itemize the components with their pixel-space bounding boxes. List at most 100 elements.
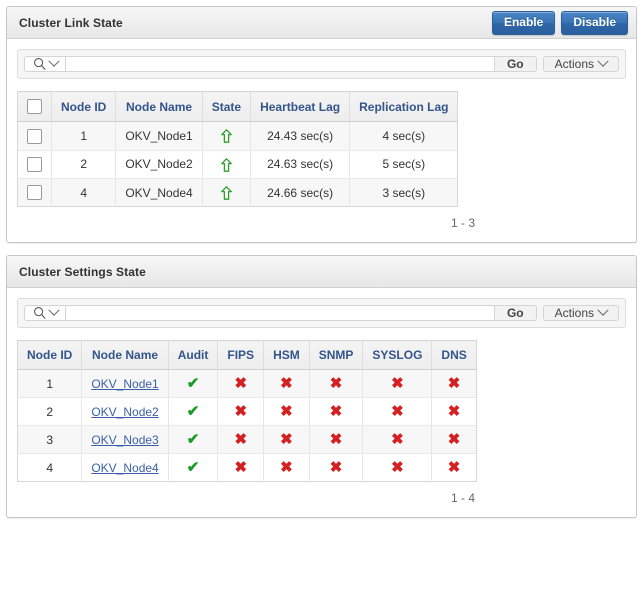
cell-node-name: OKV_Node1	[81, 369, 169, 399]
cell-syslog: ✖	[362, 425, 433, 455]
cell-syslog: ✖	[362, 369, 433, 399]
column-header-state[interactable]: State	[202, 91, 252, 123]
column-header-syslog[interactable]: SYSLOG	[362, 340, 433, 371]
column-header-hsm[interactable]: HSM	[263, 340, 310, 371]
column-header-node-name[interactable]: Node Name	[115, 91, 203, 123]
column-header-replication-lag[interactable]: Replication Lag	[349, 91, 458, 123]
cell-replication-lag: 4 sec(s)	[349, 121, 458, 151]
node-name-link[interactable]: OKV_Node1	[91, 377, 158, 391]
cell-node-name: OKV_Node2	[115, 150, 203, 179]
table-row: 2 OKV_Node2 24.63 sec(s) 5 sec(s)	[17, 150, 458, 179]
column-header-snmp[interactable]: SNMP	[309, 340, 364, 371]
cell-audit: ✔	[168, 369, 219, 399]
pagination-range: 1 - 3	[450, 216, 475, 231]
column-header-node-name[interactable]: Node Name	[81, 340, 169, 371]
region-button-group: Enable Disable	[491, 10, 628, 35]
region-cluster-link-state: Cluster Link State Enable Disable Go Act…	[6, 6, 637, 244]
pagination-range: 1 - 4	[450, 491, 475, 506]
cell-heartbeat-lag: 24.43 sec(s)	[250, 121, 351, 151]
page-root: Cluster Link State Enable Disable Go Act…	[0, 0, 643, 604]
cell-node-name: OKV_Node4	[115, 178, 203, 207]
cell-snmp: ✖	[309, 425, 364, 455]
search-group: Go	[24, 304, 537, 322]
search-toolbar: Go Actions	[17, 49, 626, 79]
up-arrow-icon	[221, 129, 232, 144]
node-name-link[interactable]: OKV_Node4	[91, 461, 158, 475]
chevron-down-icon	[47, 55, 60, 67]
cross-icon: ✖	[234, 375, 248, 393]
cell-node-name: OKV_Node2	[81, 397, 169, 427]
actions-button[interactable]: Actions	[542, 55, 619, 72]
cell-replication-lag: 3 sec(s)	[349, 178, 458, 207]
column-header-dns[interactable]: DNS	[431, 340, 477, 371]
cross-icon: ✖	[391, 431, 404, 449]
check-icon: ✔	[186, 375, 200, 393]
cross-icon: ✖	[280, 375, 293, 393]
cross-icon: ✖	[234, 459, 248, 477]
cell-syslog: ✖	[362, 453, 433, 482]
table-header-row: Node ID Node Name State Heartbeat Lag Re…	[17, 91, 458, 123]
column-header-audit[interactable]: Audit	[168, 340, 219, 371]
search-icon[interactable]	[24, 304, 65, 322]
node-name-link[interactable]: OKV_Node2	[91, 405, 158, 419]
search-input[interactable]	[65, 56, 494, 72]
cell-audit: ✔	[168, 397, 219, 427]
table-row: 4 OKV_Node4 24.66 sec(s) 3 sec(s)	[17, 178, 458, 207]
cluster-settings-state-table: Node ID Node Name Audit FIPS HSM SNMP SY…	[17, 340, 477, 483]
table-row: 4 OKV_Node4 ✔ ✖ ✖ ✖ ✖ ✖	[17, 453, 477, 482]
search-icon[interactable]	[24, 55, 65, 72]
column-header-node-id[interactable]: Node ID	[17, 340, 83, 371]
cell-dns: ✖	[431, 369, 477, 399]
go-button[interactable]: Go	[493, 305, 537, 322]
cross-icon: ✖	[280, 431, 293, 449]
cell-audit: ✔	[168, 425, 219, 455]
column-header-heartbeat-lag[interactable]: Heartbeat Lag	[250, 91, 351, 123]
cross-icon: ✖	[391, 403, 404, 421]
search-input[interactable]	[65, 305, 494, 322]
chevron-down-icon	[597, 55, 609, 67]
cell-node-id: 2	[51, 150, 117, 179]
table-row: 1 OKV_Node1 ✔ ✖ ✖ ✖ ✖ ✖	[17, 369, 477, 399]
cell-replication-lag: 5 sec(s)	[349, 150, 458, 179]
cell-fips: ✖	[217, 425, 265, 455]
enable-button[interactable]: Enable	[491, 10, 556, 35]
column-header-node-id[interactable]: Node ID	[51, 91, 117, 123]
row-checkbox-cell	[17, 150, 52, 179]
row-checkbox[interactable]	[27, 185, 42, 201]
cross-icon: ✖	[234, 403, 248, 421]
cell-node-id: 4	[51, 178, 117, 207]
disable-button[interactable]: Disable	[561, 10, 628, 35]
table-row: 1 OKV_Node1 24.43 sec(s) 4 sec(s)	[17, 121, 458, 151]
cell-node-id: 2	[17, 397, 83, 427]
actions-button[interactable]: Actions	[542, 304, 619, 322]
column-header-select-all	[17, 91, 52, 123]
row-checkbox[interactable]	[27, 128, 42, 144]
chevron-down-icon	[597, 304, 609, 317]
cell-snmp: ✖	[309, 397, 364, 427]
cross-icon: ✖	[447, 375, 461, 393]
region-body: Go Actions Node ID Node Name Audit FIPS …	[7, 288, 636, 518]
cell-node-id: 4	[17, 453, 83, 482]
cell-fips: ✖	[217, 369, 265, 399]
cell-hsm: ✖	[263, 369, 310, 399]
up-arrow-icon	[221, 186, 232, 200]
search-group: Go	[24, 55, 537, 72]
row-checkbox[interactable]	[27, 156, 42, 172]
cell-fips: ✖	[217, 453, 265, 482]
region-body: Go Actions Node ID Node Name State Heart…	[7, 39, 636, 243]
region-header: Cluster Link State Enable Disable	[7, 7, 636, 39]
check-icon: ✔	[186, 431, 200, 449]
select-all-checkbox[interactable]	[27, 99, 42, 115]
cell-dns: ✖	[431, 453, 477, 482]
cross-icon: ✖	[391, 459, 404, 477]
go-button[interactable]: Go	[493, 56, 537, 72]
column-header-fips[interactable]: FIPS	[217, 340, 265, 371]
region-header: Cluster Settings State	[7, 256, 636, 289]
region-cluster-settings-state: Cluster Settings State Go Actions Node I…	[6, 255, 637, 519]
cell-heartbeat-lag: 24.66 sec(s)	[250, 178, 351, 207]
cross-icon: ✖	[234, 431, 248, 449]
cell-audit: ✔	[168, 453, 219, 482]
cell-node-name: OKV_Node4	[81, 453, 169, 482]
cross-icon: ✖	[447, 431, 461, 449]
node-name-link[interactable]: OKV_Node3	[91, 433, 158, 447]
